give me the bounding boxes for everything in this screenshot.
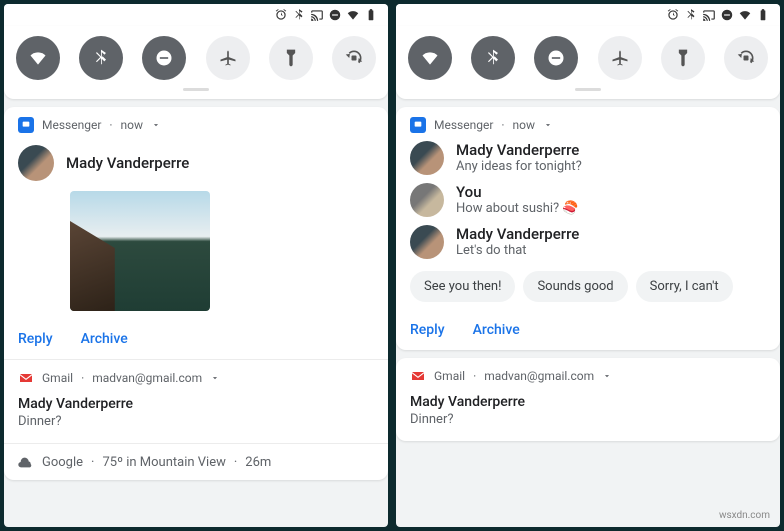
weather-row[interactable]: Google · 75º in Mountain View · 26m [4,443,388,480]
battery-icon [756,8,770,22]
app-name: Messenger [42,118,101,132]
gmail-app-icon [410,368,426,384]
watermark: wsxdn.com [719,510,770,521]
image-attachment[interactable] [70,191,210,311]
quick-settings [4,26,388,99]
qs-dnd[interactable] [142,36,186,80]
chevron-down-icon[interactable] [543,120,553,130]
qs-bluetooth[interactable] [79,36,123,80]
reply-button[interactable]: Reply [18,331,53,347]
msg-text: Let's do that [456,243,579,258]
message-item: You How about sushi? 🍣 [396,179,780,221]
cast-icon [702,8,716,22]
chevron-down-icon[interactable] [151,120,161,130]
gmail-body: Mady Vanderperre Dinner? [396,388,780,441]
cast-icon [310,8,324,22]
smart-reply-chip[interactable]: Sounds good [523,271,627,302]
app-name: Gmail [42,371,73,385]
gmail-sender: Mady Vanderperre [18,396,374,412]
smart-reply-chip[interactable]: See you then! [410,271,515,302]
qs-wifi[interactable] [16,36,60,80]
phone-left: Messenger · now Mady Vanderperre Reply A… [4,4,388,527]
chevron-down-icon[interactable] [602,371,612,381]
qs-rotate[interactable] [332,36,376,80]
battery-icon [364,8,378,22]
panel-handle[interactable] [183,88,209,91]
messenger-notification[interactable]: Messenger · now Mady Vanderperre Reply A… [4,107,388,480]
sender-row: Mady Vanderperre [4,137,388,183]
qs-airplane[interactable] [598,36,642,80]
avatar [18,145,54,181]
alarm-icon [274,8,288,22]
notification-header[interactable]: Messenger · now [396,107,780,137]
bluetooth-icon [292,8,306,22]
notification-time: now [513,118,536,132]
msg-sender: Mady Vanderperre [456,141,582,159]
smart-reply-chip[interactable]: Sorry, I can't [636,271,733,302]
status-bar [4,4,388,26]
avatar [410,141,444,175]
qs-dnd[interactable] [534,36,578,80]
message-item: Mady Vanderperre Any ideas for tonight? [396,137,780,179]
notification-header[interactable]: Messenger · now [4,107,388,137]
weather-source: Google [42,455,83,470]
weather-age: 26m [245,455,271,470]
archive-button[interactable]: Archive [81,331,128,347]
messenger-app-icon [18,117,34,133]
msg-sender: You [456,183,579,201]
gmail-header[interactable]: Gmail · madvan@gmail.com [4,360,388,390]
reply-button[interactable]: Reply [410,322,445,338]
dnd-icon [328,8,342,22]
gmail-sender: Mady Vanderperre [410,394,766,410]
quick-settings [396,26,780,99]
notification-time: now [121,118,144,132]
gmail-header[interactable]: Gmail · madvan@gmail.com [396,358,780,388]
messenger-notification[interactable]: Messenger · now Mady Vanderperre Any ide… [396,107,780,350]
qs-airplane[interactable] [206,36,250,80]
avatar [410,183,444,217]
qs-flashlight[interactable] [269,36,313,80]
app-name: Messenger [434,118,493,132]
message-item: Mady Vanderperre Let's do that [396,221,780,263]
panel-handle[interactable] [575,88,601,91]
qs-rotate[interactable] [724,36,768,80]
wifi-icon [738,8,752,22]
gmail-body: Mady Vanderperre Dinner? [4,390,388,443]
qs-bluetooth[interactable] [471,36,515,80]
bluetooth-icon [684,8,698,22]
messenger-app-icon [410,117,426,133]
archive-button[interactable]: Archive [473,322,520,338]
msg-text: How about sushi? 🍣 [456,201,579,216]
cloud-icon [18,454,34,470]
wifi-icon [346,8,360,22]
smart-reply-row: See you then! Sounds good Sorry, I can't [396,263,780,310]
gmail-account: madvan@gmail.com [484,369,594,383]
msg-sender: Mady Vanderperre [456,225,579,243]
sender-name: Mady Vanderperre [66,154,189,172]
msg-text: Any ideas for tonight? [456,159,582,174]
dnd-icon [720,8,734,22]
gmail-account: madvan@gmail.com [92,371,202,385]
phone-right: Messenger · now Mady Vanderperre Any ide… [396,4,780,527]
qs-flashlight[interactable] [661,36,705,80]
app-name: Gmail [434,369,465,383]
gmail-subject: Dinner? [410,412,766,427]
weather-summary: 75º in Mountain View [102,455,225,470]
chevron-down-icon[interactable] [210,373,220,383]
gmail-notification[interactable]: Gmail · madvan@gmail.com Mady Vanderperr… [396,358,780,441]
status-bar [396,4,780,26]
qs-wifi[interactable] [408,36,452,80]
gmail-app-icon [18,370,34,386]
avatar [410,225,444,259]
alarm-icon [666,8,680,22]
gmail-subject: Dinner? [18,414,374,429]
